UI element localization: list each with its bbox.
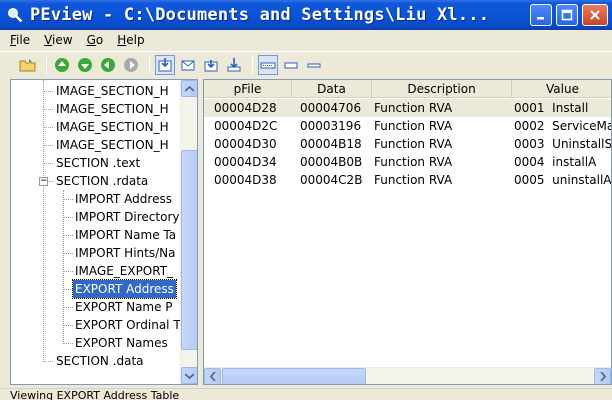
column-header-description[interactable]: Description	[372, 80, 512, 98]
maximize-button[interactable]	[556, 4, 578, 26]
table-row[interactable]: 00004D30 00004B18 Function RVA 0003 Unin…	[204, 135, 611, 153]
tree-item[interactable]: SECTION .data	[11, 352, 181, 370]
scroll-thumb[interactable]	[181, 150, 197, 350]
column-header-value[interactable]: Value	[512, 80, 611, 98]
go-next-icon[interactable]	[75, 55, 95, 75]
scroll-left-button[interactable]	[204, 368, 221, 384]
detail-pane[interactable]: pFile Data Description Value 00004D28 00…	[203, 79, 612, 385]
tree-item[interactable]: IMAGE_SECTION_H	[11, 82, 181, 100]
menu-help[interactable]: Help	[117, 33, 144, 47]
tree-item[interactable]: IMPORT Name Ta	[11, 226, 181, 244]
view-import-icon[interactable]	[224, 55, 244, 75]
open-file-icon[interactable]	[18, 55, 38, 75]
table-row[interactable]: 00004D28 00004706 Function RVA 0001 Inst…	[204, 99, 611, 117]
toolbar-separator	[149, 55, 150, 74]
column-header-pfile[interactable]: pFile	[204, 80, 292, 98]
view-narrow-icon[interactable]	[304, 55, 324, 75]
view-mail-icon[interactable]	[178, 55, 198, 75]
tree-item[interactable]: IMAGE_SECTION_H	[11, 100, 181, 118]
collapse-icon[interactable]: −	[39, 177, 48, 186]
close-button[interactable]	[582, 4, 608, 26]
tree-item[interactable]: IMPORT Directory	[11, 208, 181, 226]
scroll-up-button[interactable]	[181, 80, 197, 97]
scroll-down-button[interactable]	[181, 367, 197, 384]
view-download-icon[interactable]	[201, 55, 221, 75]
go-forward-icon[interactable]	[121, 55, 141, 75]
tree-item[interactable]: EXPORT Name P	[11, 298, 181, 316]
tree-item[interactable]: IMAGE_EXPORT_	[11, 262, 181, 280]
go-first-icon[interactable]	[52, 55, 72, 75]
scroll-right-button[interactable]	[594, 368, 611, 384]
tree-vertical-scrollbar[interactable]	[180, 80, 197, 384]
menu-bar: File View Go Help	[0, 30, 612, 50]
column-header: pFile Data Description Value	[204, 80, 611, 98]
tree-item-section-rdata[interactable]: − SECTION .rdata	[11, 172, 181, 190]
table-row[interactable]: 00004D38 00004C2B Function RVA 0005 unin…	[204, 171, 611, 189]
go-back-icon[interactable]	[98, 55, 118, 75]
toolbar-separator	[46, 55, 47, 74]
minimize-button[interactable]	[530, 4, 552, 26]
table-row[interactable]: 00004D2C 00003196 Function RVA 0002 Serv…	[204, 117, 611, 135]
scroll-thumb[interactable]	[222, 368, 366, 384]
horizontal-scrollbar[interactable]	[204, 367, 611, 384]
tree-item[interactable]: IMPORT Hints/Na	[11, 244, 181, 262]
view-medium-icon[interactable]	[281, 55, 301, 75]
tree-item[interactable]: EXPORT Names	[11, 334, 181, 352]
toolbar-separator	[252, 55, 253, 74]
menu-go[interactable]: Go	[87, 33, 104, 47]
tree-item[interactable]: IMPORT Address	[11, 190, 181, 208]
window-title: PEview - C:\Documents and Settings\Liu X…	[30, 5, 490, 25]
tree-item[interactable]: IMAGE_SECTION_H	[11, 136, 181, 154]
tree-item-selected[interactable]: EXPORT Address	[11, 279, 181, 299]
menu-view[interactable]: View	[44, 33, 72, 47]
tree-pane[interactable]: IMAGE_SECTION_H IMAGE_SECTION_H IMAGE_SE…	[10, 79, 198, 385]
magnifier-app-icon	[6, 6, 24, 24]
toolbar	[0, 51, 612, 77]
tree-item[interactable]: EXPORT Ordinal T	[11, 316, 181, 334]
tree-item[interactable]: SECTION .text	[11, 154, 181, 172]
tree-item[interactable]: IMAGE_SECTION_H	[11, 118, 181, 136]
table-row[interactable]: 00004D34 00004B0B Function RVA 0004 inst…	[204, 153, 611, 171]
view-wide-icon[interactable]	[258, 54, 278, 75]
status-bar: Viewing EXPORT Address Table	[0, 388, 612, 400]
menu-file[interactable]: File	[10, 33, 30, 47]
column-header-data[interactable]: Data	[292, 80, 372, 98]
view-raw-icon[interactable]	[155, 54, 175, 75]
title-bar[interactable]: PEview - C:\Documents and Settings\Liu X…	[0, 0, 612, 30]
